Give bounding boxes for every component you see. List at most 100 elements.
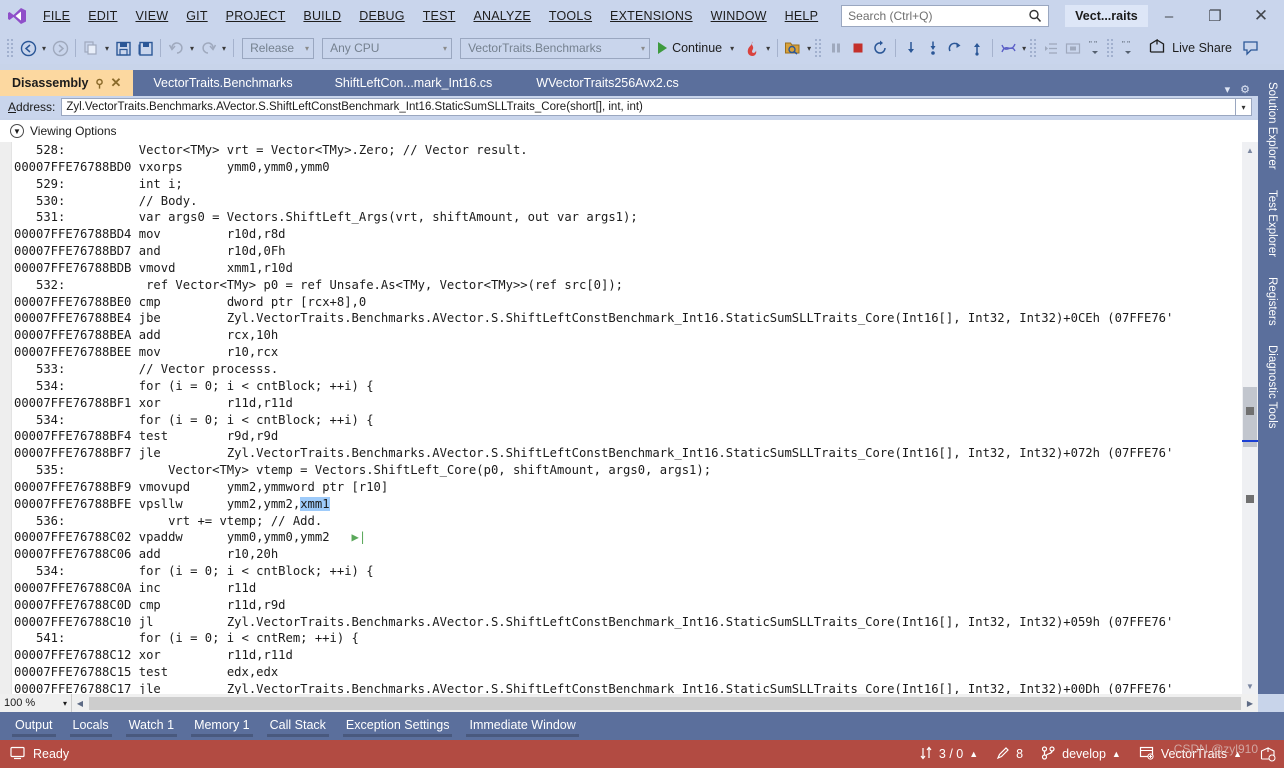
tab-overflow-icon[interactable]: ▾: [1225, 83, 1231, 96]
source-line[interactable]: 534: for (i = 0; i < cntBlock; ++i) {: [14, 378, 1258, 395]
source-line[interactable]: 529: int i;: [14, 176, 1258, 193]
source-line[interactable]: 533: // Vector processs.: [14, 361, 1258, 378]
memory-window-icon[interactable]: [1062, 36, 1084, 60]
close-icon[interactable]: ✕: [111, 75, 122, 91]
menu-project[interactable]: PROJECT: [217, 0, 295, 32]
configuration-combo[interactable]: Release ▾: [242, 37, 315, 59]
asm-line[interactable]: 00007FFE76788C0D cmp r11d,r9d: [14, 597, 1258, 614]
menu-window[interactable]: WINDOW: [702, 0, 776, 32]
run-to-click-icon[interactable]: ▶|: [330, 530, 367, 544]
scroll-down-arrow-icon[interactable]: ▼: [1242, 678, 1258, 694]
menu-debug[interactable]: DEBUG: [350, 0, 413, 32]
step-out-of-method-icon[interactable]: [966, 36, 988, 60]
attach-dropdown-icon[interactable]: ▾: [804, 44, 814, 53]
menu-tools[interactable]: TOOLS: [540, 0, 601, 32]
zoom-combo[interactable]: 100 % ▾: [0, 694, 72, 712]
asm-line[interactable]: 00007FFE76788C17 jle Zyl.VectorTraits.Be…: [14, 681, 1258, 694]
stop-debugging-icon[interactable]: [847, 36, 869, 60]
new-item-icon[interactable]: [80, 36, 102, 60]
live-share-button[interactable]: Live Share: [1149, 38, 1232, 57]
asm-line[interactable]: 00007FFE76788BF7 jle Zyl.VectorTraits.Be…: [14, 445, 1258, 462]
horizontal-scrollbar-thumb[interactable]: [89, 696, 1241, 710]
source-line[interactable]: 536: vrt += vtemp; // Add.: [14, 513, 1258, 530]
menu-edit[interactable]: EDIT: [79, 0, 126, 32]
horizontal-scrollbar[interactable]: ◀ ▶: [72, 694, 1258, 712]
menu-git[interactable]: GIT: [177, 0, 216, 32]
source-line[interactable]: 535: Vector<TMy> vtemp = Vectors.ShiftLe…: [14, 462, 1258, 479]
menu-test[interactable]: TEST: [414, 0, 465, 32]
notifications-icon[interactable]: [1260, 746, 1276, 762]
branch-status[interactable]: develop ▲: [1041, 745, 1121, 763]
search-input[interactable]: Search (Ctrl+Q): [841, 5, 1050, 27]
source-control-sync-status[interactable]: 3 / 0 ▲: [919, 746, 978, 763]
menu-analyze[interactable]: ANALYZE: [464, 0, 539, 32]
save-all-icon[interactable]: [134, 36, 156, 60]
toolbar-grip[interactable]: [814, 38, 824, 58]
minimize-button[interactable]: –: [1146, 0, 1192, 32]
asm-line[interactable]: 00007FFE76788C02 vpaddw ymm0,ymm0,ymm2 ▶…: [14, 529, 1258, 546]
startup-project-combo[interactable]: VectorTraits.Benchmarks ▾: [460, 37, 651, 59]
bottom-tab-locals[interactable]: Locals: [64, 714, 118, 738]
menu-file[interactable]: FILE: [34, 0, 79, 32]
source-line[interactable]: 528: Vector<TMy> vrt = Vector<TMy>.Zero;…: [14, 142, 1258, 159]
asm-line[interactable]: 00007FFE76788BD4 mov r10d,r8d: [14, 226, 1258, 243]
attach-to-process-icon[interactable]: [782, 36, 804, 60]
restore-button[interactable]: ❐: [1192, 0, 1238, 32]
scroll-up-arrow-icon[interactable]: ▲: [1242, 142, 1258, 158]
step-out-icon[interactable]: [944, 36, 966, 60]
hot-reload-icon[interactable]: [741, 36, 763, 60]
vertical-scrollbar[interactable]: ▲ ▼: [1242, 142, 1258, 694]
threads-icon[interactable]: [997, 36, 1019, 60]
source-line[interactable]: 530: // Body.: [14, 193, 1258, 210]
disassembly-code-pane[interactable]: 528: Vector<TMy> vrt = Vector<TMy>.Zero;…: [0, 142, 1258, 694]
scroll-left-arrow-icon[interactable]: ◀: [72, 699, 88, 708]
tab-settings-icon[interactable]: ⚙: [1240, 83, 1250, 96]
pending-changes-status[interactable]: 8: [996, 746, 1023, 763]
platform-combo[interactable]: Any CPU ▾: [322, 37, 453, 59]
undo-dropdown-icon[interactable]: ▾: [187, 44, 197, 53]
toolbar-grip[interactable]: [6, 38, 15, 58]
code-gutter[interactable]: [0, 142, 12, 694]
quote-toggle-2-icon[interactable]: " ": [1117, 36, 1139, 60]
asm-line[interactable]: 00007FFE76788BE0 cmp dword ptr [rcx+8],0: [14, 294, 1258, 311]
scrollbar-thumb[interactable]: [1243, 387, 1257, 447]
restart-icon[interactable]: [869, 36, 891, 60]
navigate-back-dropdown-icon[interactable]: ▾: [39, 44, 49, 53]
toolbar-grip[interactable]: [1029, 38, 1039, 58]
rail-tab-diagnostic-tools[interactable]: Diagnostic Tools: [1258, 337, 1284, 437]
asm-line[interactable]: 00007FFE76788BDB vmovd xmm1,r10d: [14, 260, 1258, 277]
bottom-tab-watch-1[interactable]: Watch 1: [120, 714, 183, 738]
pin-icon[interactable]: ⚲: [95, 77, 103, 90]
asm-line[interactable]: 00007FFE76788C15 test edx,edx: [14, 664, 1258, 681]
menu-help[interactable]: HELP: [776, 0, 827, 32]
chevron-down-icon[interactable]: ▼: [10, 124, 24, 138]
asm-line[interactable]: 00007FFE76788BD7 and r10d,0Fh: [14, 243, 1258, 260]
source-line[interactable]: 534: for (i = 0; i < cntBlock; ++i) {: [14, 563, 1258, 580]
bottom-tab-memory-1[interactable]: Memory 1: [185, 714, 259, 738]
source-line[interactable]: 534: for (i = 0; i < cntBlock; ++i) {: [14, 412, 1258, 429]
asm-line[interactable]: 00007FFE76788BFE vpsllw ymm2,ymm2,xmm1: [14, 496, 1258, 513]
break-all-icon[interactable]: [825, 36, 847, 60]
asm-line[interactable]: 00007FFE76788BF1 xor r11d,r11d: [14, 395, 1258, 412]
asm-line[interactable]: 00007FFE76788BF9 vmovupd ymm2,ymmword pt…: [14, 479, 1258, 496]
hot-reload-dropdown-icon[interactable]: ▾: [763, 44, 773, 53]
threads-dropdown-icon[interactable]: ▾: [1019, 44, 1029, 53]
menu-extensions[interactable]: EXTENSIONS: [601, 0, 702, 32]
redo-icon[interactable]: [197, 36, 219, 60]
navigate-back-icon[interactable]: [17, 36, 39, 60]
source-line[interactable]: 531: var args0 = Vectors.ShiftLeft_Args(…: [14, 209, 1258, 226]
asm-line[interactable]: 00007FFE76788BEA add rcx,10h: [14, 327, 1258, 344]
menu-build[interactable]: BUILD: [294, 0, 350, 32]
tab-vectortraits-benchmarks[interactable]: VectorTraits.Benchmarks: [133, 70, 312, 96]
source-line[interactable]: 541: for (i = 0; i < cntRem; ++i) {: [14, 630, 1258, 647]
scroll-right-arrow-icon[interactable]: ▶: [1242, 699, 1258, 708]
continue-dropdown-icon[interactable]: ▾: [727, 44, 737, 53]
redo-dropdown-icon[interactable]: ▾: [219, 44, 229, 53]
indent-icon[interactable]: [1040, 36, 1062, 60]
step-over-icon[interactable]: [922, 36, 944, 60]
source-line[interactable]: 532: ref Vector<TMy> p0 = ref Unsafe.As<…: [14, 277, 1258, 294]
rail-tab-solution-explorer[interactable]: Solution Explorer: [1258, 74, 1284, 178]
address-input[interactable]: Zyl.VectorTraits.Benchmarks.AVector.S.Sh…: [61, 98, 1236, 116]
address-dropdown-icon[interactable]: ▾: [1236, 98, 1252, 116]
step-into-icon[interactable]: [900, 36, 922, 60]
